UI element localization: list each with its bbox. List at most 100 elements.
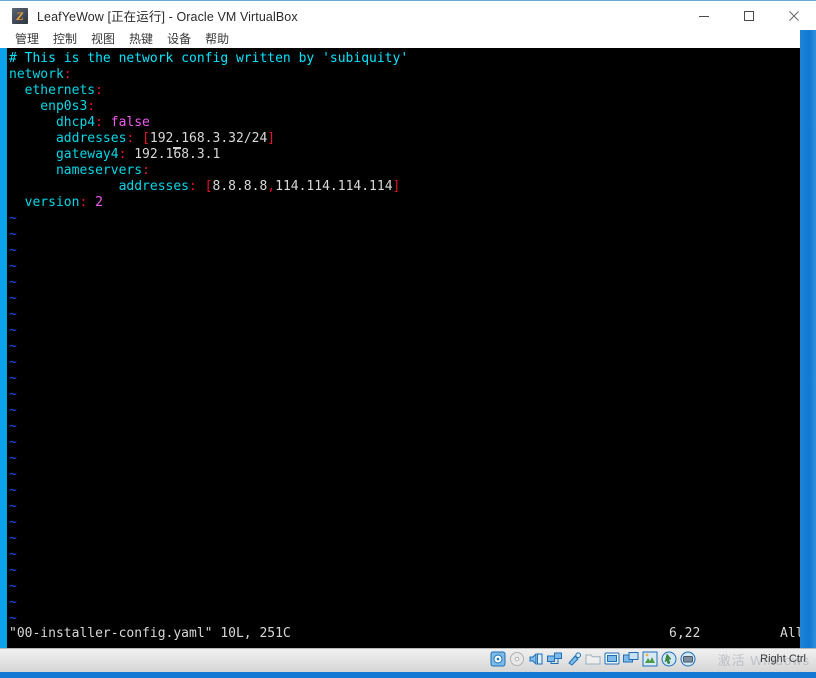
optical-disc-icon[interactable] bbox=[509, 651, 525, 667]
usb-icon[interactable] bbox=[566, 651, 582, 667]
keyboard-capture-icon[interactable] bbox=[680, 651, 696, 667]
terminal-token: : bbox=[95, 115, 103, 130]
vim-status-position: 6,22 bbox=[669, 626, 701, 641]
vim-empty-line: ~ bbox=[9, 275, 799, 291]
terminal-token: version bbox=[9, 195, 80, 210]
vim-empty-line: ~ bbox=[9, 403, 799, 419]
tilde-marker: ~ bbox=[9, 227, 17, 242]
terminal-token: false bbox=[110, 115, 150, 130]
vbox-status-bar: Right Ctrl bbox=[0, 648, 816, 672]
tilde-marker: ~ bbox=[9, 323, 17, 338]
remote-desktop-icon[interactable] bbox=[623, 651, 639, 667]
shared-folder-icon[interactable] bbox=[585, 651, 601, 667]
tilde-marker: ~ bbox=[9, 611, 17, 626]
tilde-marker: ~ bbox=[9, 451, 17, 466]
minimize-button[interactable] bbox=[681, 1, 726, 31]
terminal-token: ] bbox=[267, 131, 276, 146]
close-button[interactable] bbox=[771, 1, 816, 31]
terminal-line: gateway4: 192.168.3.1 bbox=[9, 147, 799, 163]
menu-item-5[interactable]: 帮助 bbox=[198, 30, 236, 48]
terminal-token: 2 bbox=[95, 195, 103, 210]
terminal-token: # This is the network config written by … bbox=[9, 51, 409, 66]
vim-empty-line: ~ bbox=[9, 211, 799, 227]
menu-item-2[interactable]: 视图 bbox=[84, 30, 122, 48]
terminal-token: 114.114.114.114 bbox=[275, 179, 393, 194]
vim-empty-line: ~ bbox=[9, 547, 799, 563]
terminal-line: version: 2 bbox=[9, 195, 799, 211]
vim-text-area[interactable]: # This is the network config written by … bbox=[9, 51, 799, 627]
tilde-marker: ~ bbox=[9, 563, 17, 578]
tilde-marker: ~ bbox=[9, 531, 17, 546]
terminal-token: dhcp4 bbox=[9, 115, 96, 130]
desktop-bottom-edge bbox=[0, 672, 816, 678]
vim-empty-line: ~ bbox=[9, 483, 799, 499]
mouse-integration-icon[interactable] bbox=[661, 651, 677, 667]
hard-disk-icon[interactable] bbox=[490, 651, 506, 667]
terminal-line: network: bbox=[9, 67, 799, 83]
close-icon bbox=[788, 11, 799, 21]
terminal-token: ] bbox=[392, 179, 401, 194]
window-title: LeafYeWow [正在运行] - Oracle VM VirtualBox bbox=[37, 10, 298, 24]
vim-empty-line: ~ bbox=[9, 579, 799, 595]
menu-item-3[interactable]: 热键 bbox=[122, 30, 160, 48]
display-icon[interactable] bbox=[604, 651, 620, 667]
vim-empty-line: ~ bbox=[9, 419, 799, 435]
window-controls bbox=[681, 1, 816, 31]
tilde-marker: ~ bbox=[9, 547, 17, 562]
menu-item-0[interactable]: 管理 bbox=[8, 30, 46, 48]
recording-icon[interactable] bbox=[642, 651, 658, 667]
vm-screen-terminal[interactable]: # This is the network config written by … bbox=[7, 48, 800, 648]
vim-empty-line: ~ bbox=[9, 323, 799, 339]
tilde-marker: ~ bbox=[9, 499, 17, 514]
terminal-token: [ bbox=[142, 131, 150, 146]
vim-empty-line: ~ bbox=[9, 339, 799, 355]
terminal-token: enp0s3 bbox=[9, 99, 88, 114]
tilde-marker: ~ bbox=[9, 595, 17, 610]
network-icon[interactable] bbox=[547, 651, 563, 667]
terminal-line: enp0s3: bbox=[9, 99, 799, 115]
vim-empty-line: ~ bbox=[9, 563, 799, 579]
menu-item-1[interactable]: 控制 bbox=[46, 30, 84, 48]
vim-empty-line: ~ bbox=[9, 371, 799, 387]
right-desktop-edge bbox=[800, 30, 816, 648]
terminal-token: addresses bbox=[9, 179, 190, 194]
vim-empty-line: ~ bbox=[9, 451, 799, 467]
tilde-marker: ~ bbox=[9, 211, 17, 226]
vim-empty-line: ~ bbox=[9, 595, 799, 611]
terminal-line: nameservers: bbox=[9, 163, 799, 179]
terminal-token: nameservers bbox=[9, 163, 143, 178]
maximize-button[interactable] bbox=[726, 1, 771, 31]
tilde-marker: ~ bbox=[9, 307, 17, 322]
vim-empty-line: ~ bbox=[9, 387, 799, 403]
terminal-token: gateway4 bbox=[9, 147, 119, 162]
terminal-line: addresses: [192.168.3.32/24] bbox=[9, 131, 799, 149]
terminal-token: : bbox=[95, 83, 103, 98]
tilde-marker: ~ bbox=[9, 371, 17, 386]
audio-icon[interactable] bbox=[528, 651, 544, 667]
terminal-token: : bbox=[142, 163, 150, 178]
terminal-token: addresses bbox=[9, 131, 127, 146]
tilde-marker: ~ bbox=[9, 467, 17, 482]
tilde-marker: ~ bbox=[9, 243, 17, 258]
maximize-icon bbox=[743, 11, 754, 21]
vim-empty-line: ~ bbox=[9, 291, 799, 307]
host-key-label: Right Ctrl bbox=[760, 653, 806, 665]
terminal-line: addresses: [8.8.8.8,114.114.114.114] bbox=[9, 179, 799, 195]
vim-empty-line: ~ bbox=[9, 435, 799, 451]
terminal-token: network bbox=[9, 67, 64, 82]
virtualbox-icon: Z bbox=[12, 7, 28, 24]
virtualbox-window: Z LeafYeWow [正在运行] - Oracle VM VirtualBo… bbox=[0, 0, 816, 678]
terminal-line: dhcp4: false bbox=[9, 115, 799, 131]
terminal-token: : bbox=[189, 179, 197, 194]
vim-empty-line: ~ bbox=[9, 515, 799, 531]
tilde-marker: ~ bbox=[9, 483, 17, 498]
terminal-token: : bbox=[87, 99, 96, 114]
vim-empty-line: ~ bbox=[9, 307, 799, 323]
tilde-marker: ~ bbox=[9, 435, 17, 450]
tilde-marker: ~ bbox=[9, 275, 17, 290]
menu-item-4[interactable]: 设备 bbox=[160, 30, 198, 48]
tilde-marker: ~ bbox=[9, 403, 17, 418]
